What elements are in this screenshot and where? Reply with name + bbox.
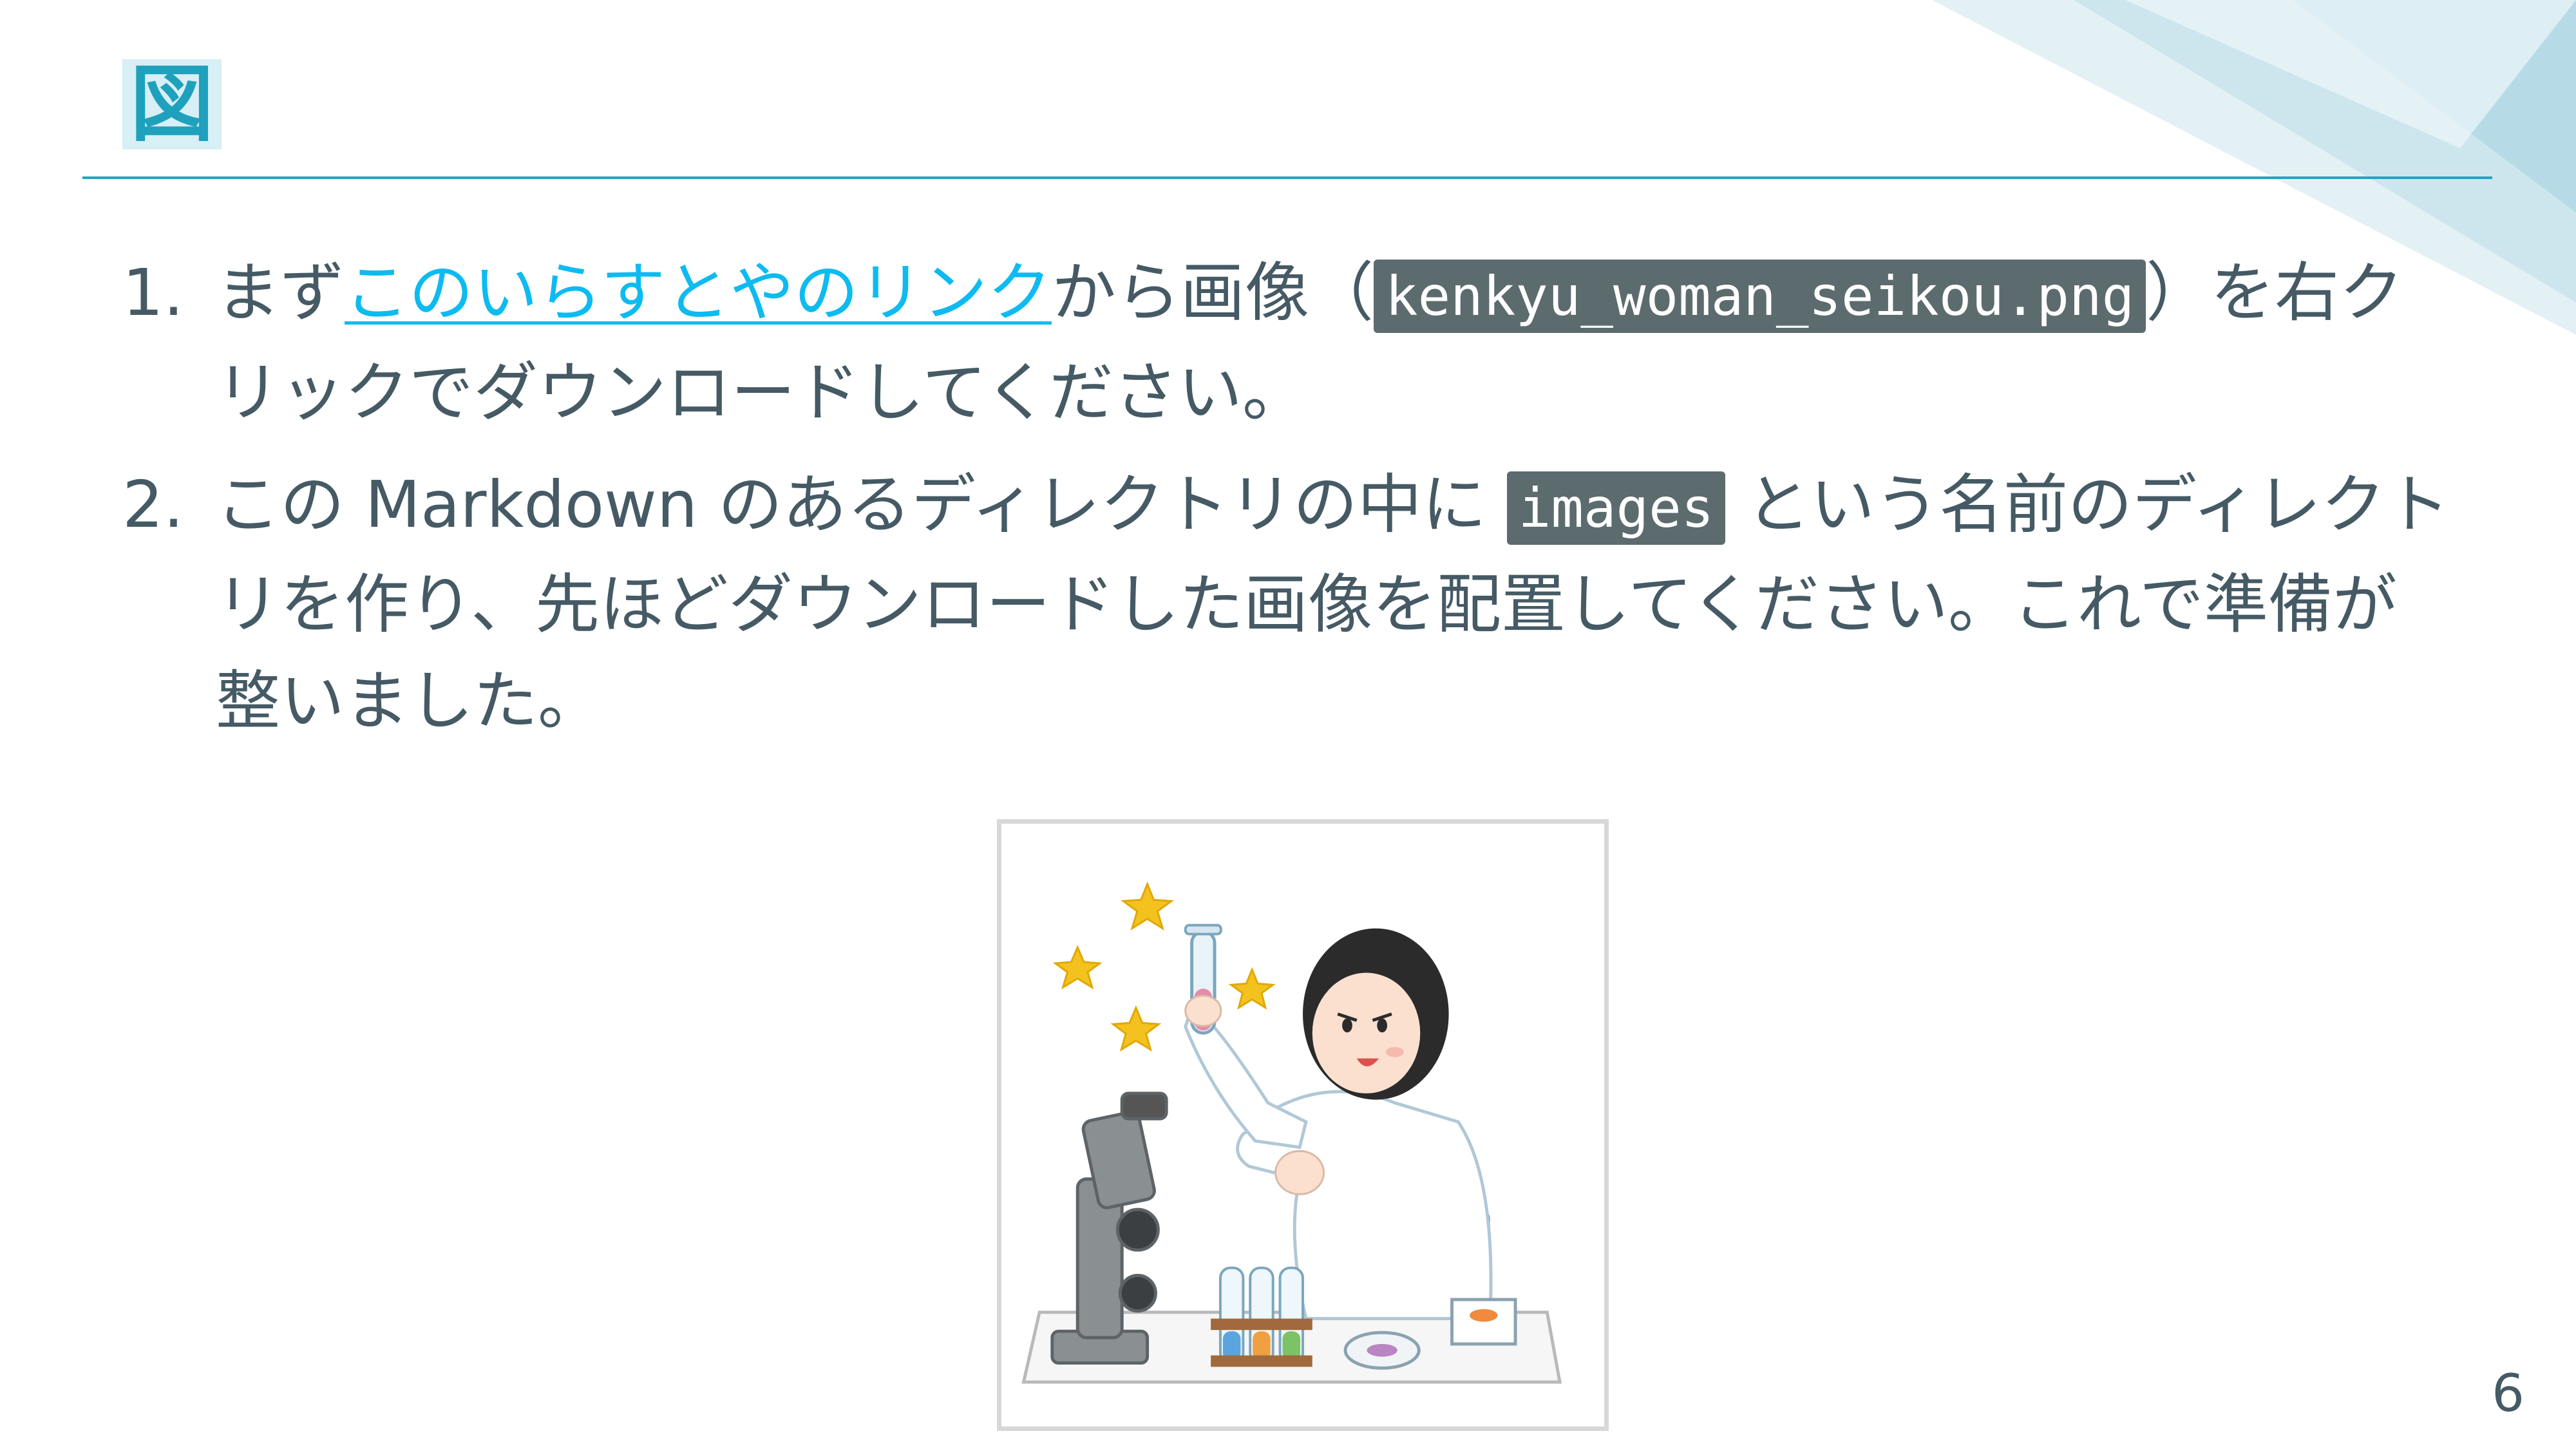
page-title: 図 [122, 59, 222, 149]
list-item: 1. まずこのいらすとやのリンクから画像（ kenkyu_woman_seikou… [122, 245, 2454, 441]
list-number: 1. [122, 255, 184, 330]
scientist-illustration [997, 819, 1609, 1431]
instruction-list: 1. まずこのいらすとやのリンクから画像（ kenkyu_woman_seikou… [122, 245, 2454, 765]
step-text-prefix: この Markdown のあるディレクトリの中に [216, 467, 1507, 542]
irasutoya-link[interactable]: このいらすとやのリンク [345, 255, 1052, 330]
fist [1274, 1150, 1325, 1195]
face [1312, 972, 1421, 1094]
sparkle-icon [1052, 945, 1103, 990]
sparkle-icon [1110, 1005, 1162, 1052]
title-divider [82, 176, 2492, 179]
page-number: 6 [2492, 1363, 2524, 1423]
list-item: 2. この Markdown のあるディレクトリの中に images という名前… [122, 457, 2454, 750]
sparkle-icon [1121, 881, 1175, 931]
test-tube-rack [1211, 1266, 1312, 1367]
woman-scientist-image [1021, 881, 1562, 1384]
sparkle-icon [1228, 967, 1276, 1010]
step-text-middle: から画像（ [1052, 255, 1374, 330]
list-number: 2. [122, 467, 184, 542]
step-text-prefix: まず [216, 255, 345, 330]
sample-box [1450, 1298, 1517, 1346]
folder-code: images [1506, 471, 1726, 545]
filename-code: kenkyu_woman_seikou.png [1374, 260, 2146, 333]
